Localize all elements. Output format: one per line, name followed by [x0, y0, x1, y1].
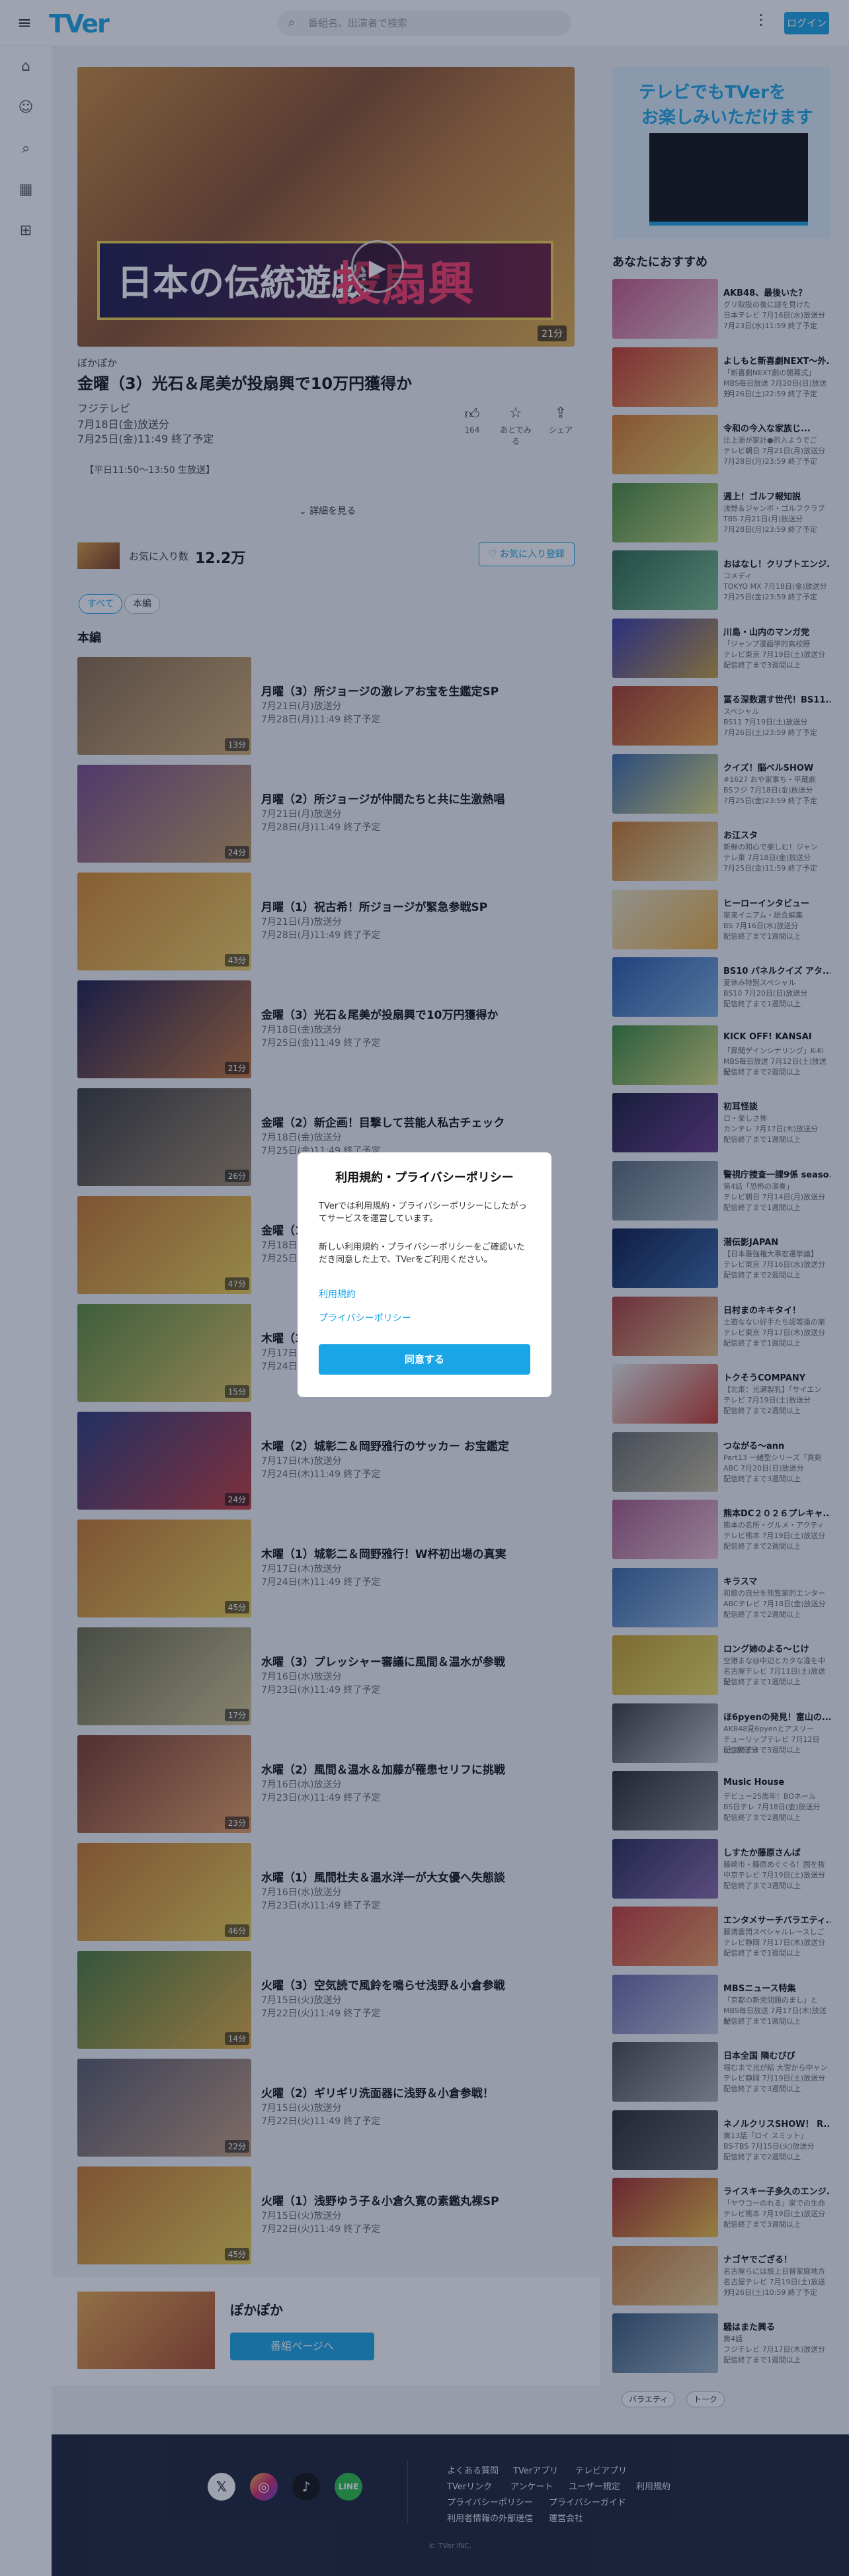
terms-link[interactable]: 利用規約 — [319, 1287, 356, 1301]
modal-paragraph-1: TVerでは利用規約・プライバシーポリシーにしたがってサービスを運営しています。 — [319, 1201, 527, 1224]
terms-modal: 利用規約・プライバシーポリシー TVerでは利用規約・プライバシーポリシーにした… — [298, 1152, 551, 1397]
modal-title: 利用規約・プライバシーポリシー — [335, 1171, 514, 1185]
agree-button[interactable]: 同意する — [319, 1344, 530, 1375]
modal-paragraph-2: 新しい利用規約・プライバシーポリシーをご確認いただき同意した上で、TVerをご利… — [319, 1242, 525, 1265]
privacy-link[interactable]: プライバシーポリシー — [319, 1311, 411, 1324]
